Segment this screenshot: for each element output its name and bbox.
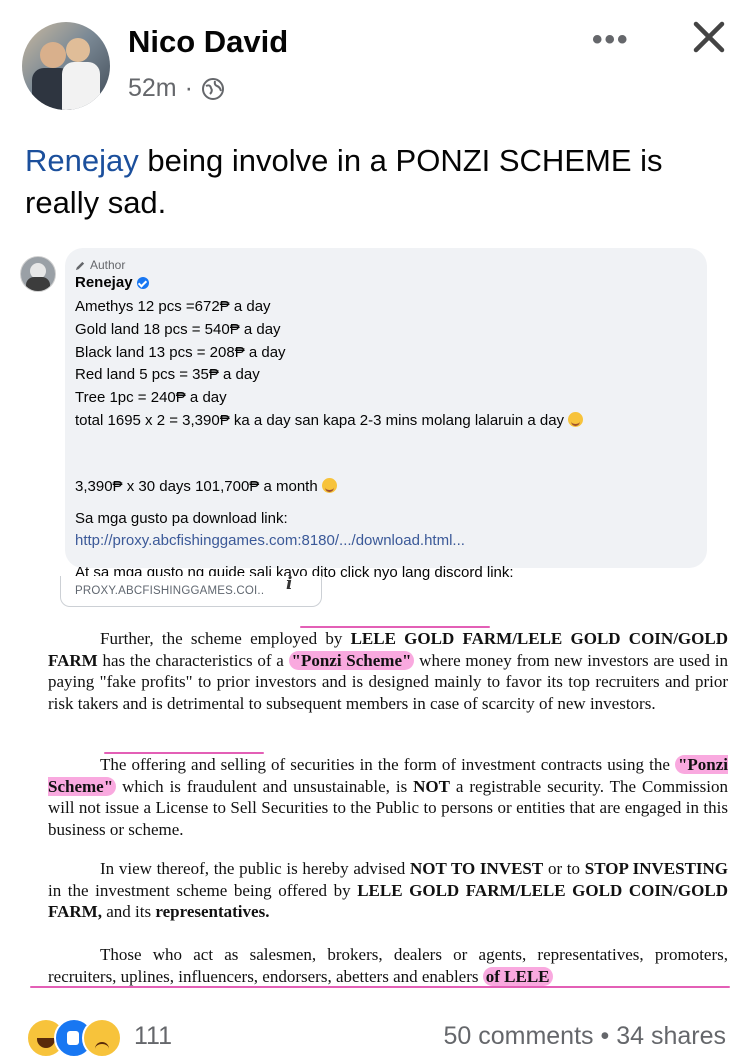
doc-text: Further, the scheme employed by [100,629,351,648]
embedded-comment-screenshot: Author Renejay Amethys 12 pcs =672₱ a da… [0,238,750,608]
pink-annotation-line [104,752,264,754]
post-header: Nico David 52m · ••• [0,0,750,120]
download-link[interactable]: http://proxy.abcfishinggames.com:8180/..… [75,530,514,552]
comments-count[interactable]: 50 comments [443,1022,593,1050]
post-stats: 50 comments • 34 shares [443,1022,726,1051]
doc-bold: NOT TO INVEST [410,859,544,878]
post-footer: 111 50 comments • 34 shares [0,1008,750,1062]
doc-paragraph-3: In view thereof, the public is hereby ad… [48,858,728,923]
doc-highlight: "Ponzi Scheme" [288,650,415,670]
monthly-text: 3,390₱ x 30 days 101,700₱ a month [75,478,318,495]
document-excerpt: Further, the scheme employed by LELE GOL… [0,608,750,1008]
meta-separator: · [184,74,193,102]
more-dots-icon[interactable]: ••• [592,25,630,55]
post-meta: 52m · [128,74,225,103]
doc-paragraph-4: Those who act as salesmen, brokers, deal… [48,944,728,987]
reaction-icons[interactable] [26,1018,136,1058]
info-icon[interactable]: i [286,574,292,594]
comment-line: Tree 1pc = 240₱ a day [75,389,227,407]
author-badge: Author [75,258,125,272]
comment-line: Gold land 18 pcs = 540₱ a day [75,320,281,338]
pink-annotation-line [300,626,490,628]
emoji-icon [321,478,337,493]
mention-link[interactable]: Renejay [25,143,139,178]
author-name[interactable]: Nico David [128,24,288,60]
monthly-line: 3,390₱ x 30 days 101,700₱ a month [75,476,514,498]
comment-bubble: Author Renejay Amethys 12 pcs =672₱ a da… [65,248,707,603]
avatar[interactable] [22,22,110,110]
comment-author: Renejay [75,274,149,291]
link-preview-card[interactable]: PROXY.ABCFISHINGGAMES.COI.. [60,576,322,607]
post-text: Renejay being involve in a PONZI SCHEME … [25,140,725,224]
doc-bold: representatives. [155,902,270,921]
doc-text: and its [101,902,156,921]
doc-text: in the investment scheme being offered b… [48,880,358,900]
doc-text: has the characteristics of a [97,650,289,670]
doc-paragraph-1: Further, the scheme employed by LELE GOL… [48,628,728,714]
doc-text: In view thereof, the public is hereby ad… [100,859,411,878]
emoji-icon [568,411,584,427]
doc-paragraph-2: The offering and selling of securities i… [48,754,728,840]
shares-count[interactable]: 34 shares [616,1022,726,1050]
doc-text: Those who act as salesmen, brokers, deal… [48,945,728,986]
close-icon[interactable] [690,18,728,56]
comment-line: Red land 5 pcs = 35₱ a day [75,366,260,384]
doc-text: The offering and selling of securities i… [100,755,675,774]
comment-line: Black land 13 pcs = 208₱ a day [75,343,286,361]
doc-bold: STOP INVESTING [584,859,729,878]
comment-total-line: total 1695 x 2 = 3,390₱ ka a day san kap… [75,410,584,433]
comment-total-text: total 1695 x 2 = 3,390₱ ka a day san kap… [75,411,565,429]
comment-line: Amethys 12 pcs =672₱ a day [75,298,271,315]
download-label: Sa mga gusto pa download link: [75,510,288,527]
doc-bold: NOT [413,776,450,796]
link-preview-domain: PROXY.ABCFISHINGGAMES.COI.. [75,585,265,597]
reaction-count[interactable]: 111 [134,1022,172,1051]
sad-icon [82,1018,122,1058]
author-badge-label: Author [90,258,126,272]
globe-icon [201,77,224,100]
post-time[interactable]: 52m [128,74,177,103]
pink-annotation-line [30,986,730,988]
doc-text: or to [543,859,585,878]
stats-separator: • [600,1022,610,1050]
pencil-icon [75,261,85,270]
comment-avatar [20,256,56,292]
comment-author-name: Renejay [75,274,133,291]
doc-highlight: of LELE [482,966,553,986]
comment-lines: Amethys 12 pcs =672₱ a day Gold land 18 … [75,296,584,433]
verified-icon [136,276,149,289]
doc-text: which is fraudulent and unsustainable, i… [116,776,414,796]
